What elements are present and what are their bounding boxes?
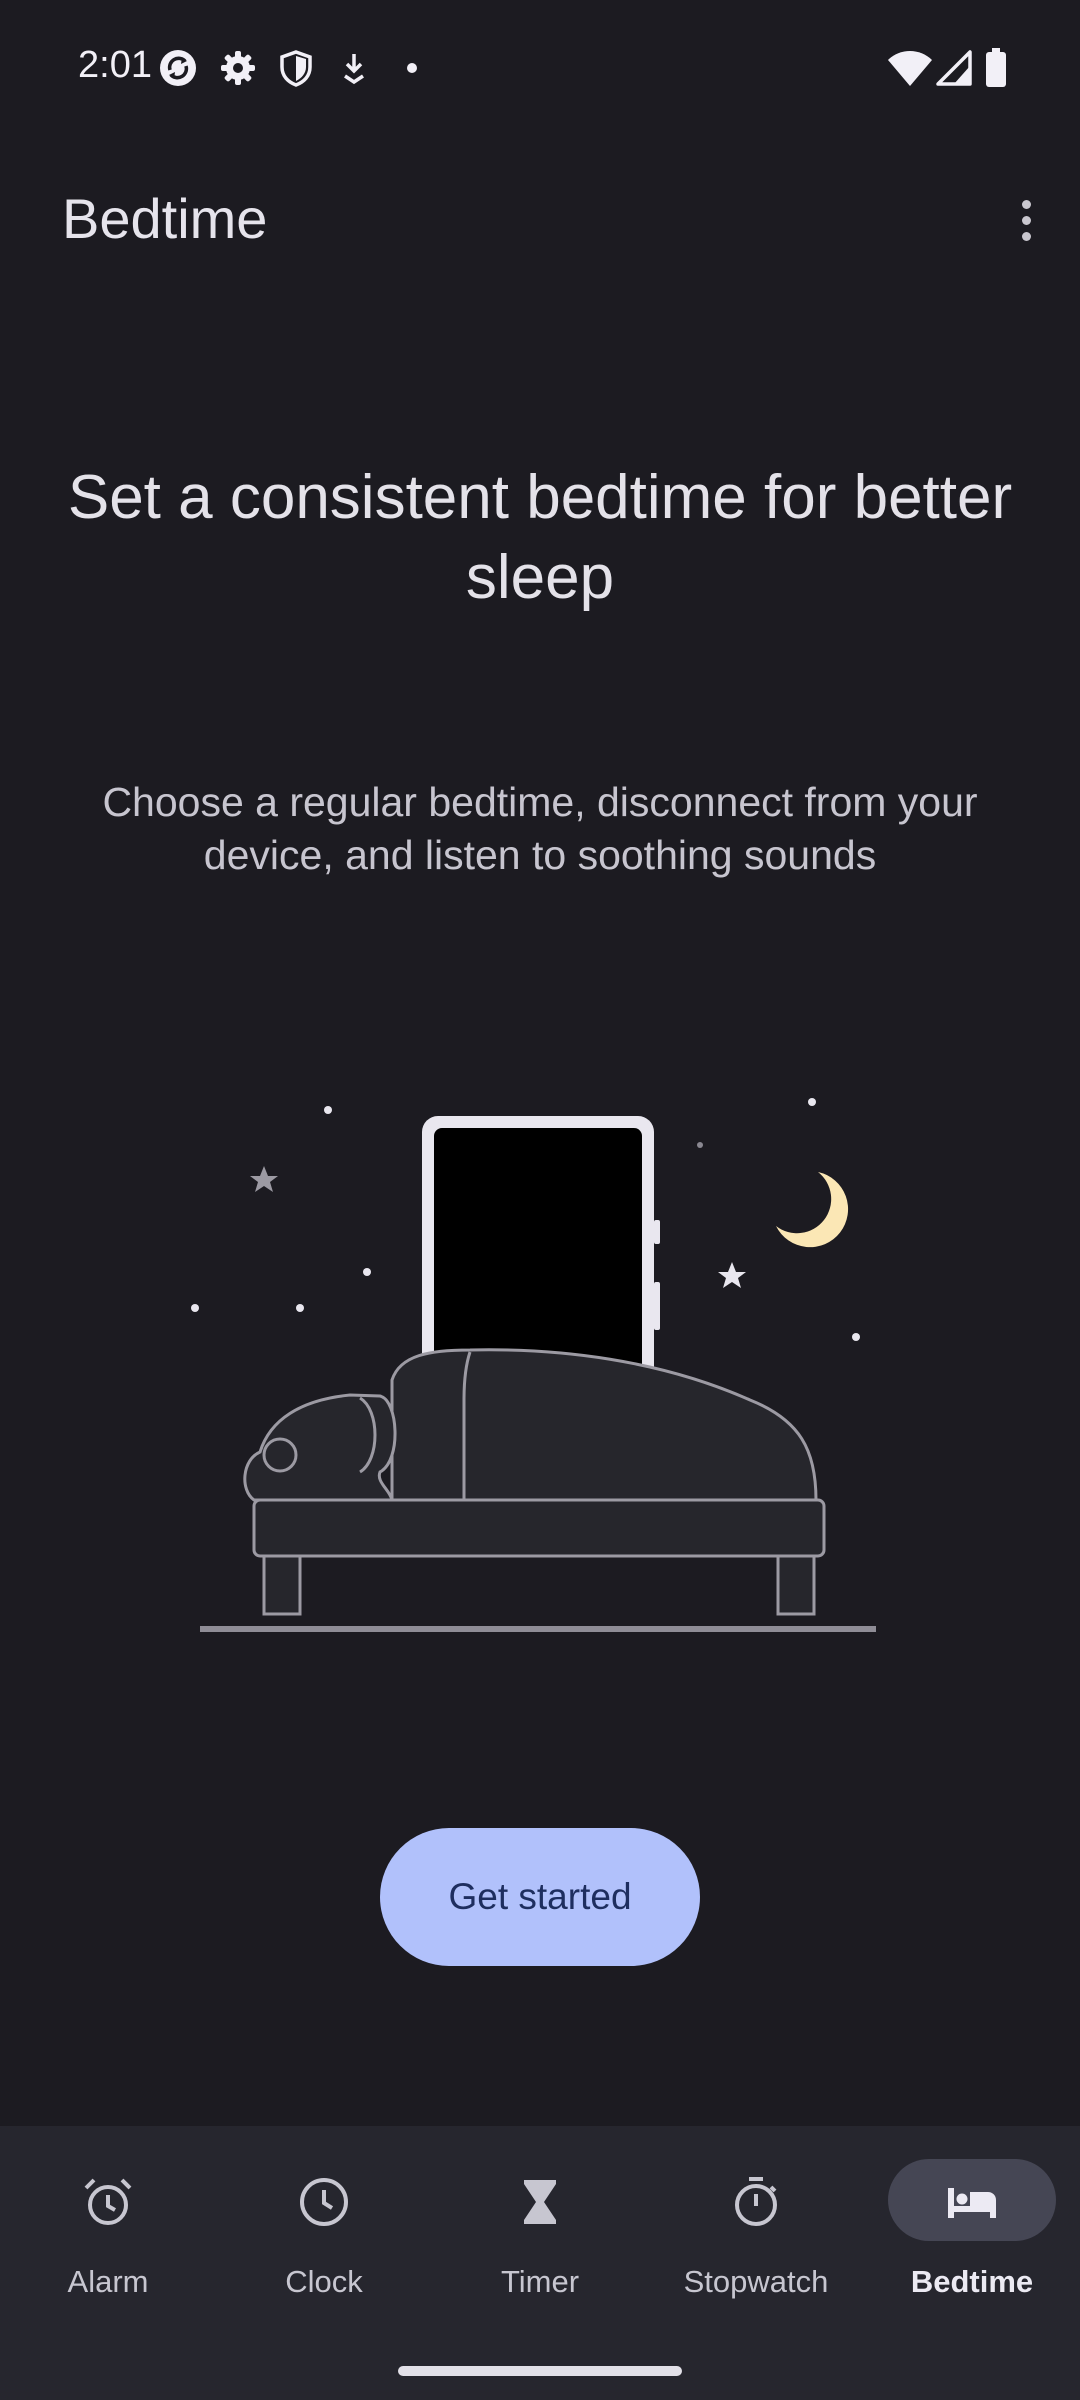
gesture-navigation-bar[interactable] <box>398 2366 682 2376</box>
get-started-button[interactable]: Get started <box>380 1828 700 1966</box>
nav-item-stopwatch[interactable]: Stopwatch <box>648 2126 864 2326</box>
nav-label: Bedtime <box>910 2264 1034 2299</box>
nav-label: Alarm <box>67 2264 149 2299</box>
wifi-icon <box>888 51 932 86</box>
more-vertical-icon-dot <box>1021 215 1031 225</box>
dot-icon <box>407 63 417 73</box>
cellular-signal-icon <box>936 50 972 86</box>
description-text: Choose a regular bedtime, disconnect fro… <box>102 779 978 878</box>
headline: Set a consistent bedtime for better slee… <box>67 463 1013 612</box>
more-options-button[interactable] <box>996 190 1056 250</box>
nav-label: Stopwatch <box>683 2264 829 2299</box>
sync-icon <box>160 50 196 86</box>
nav-label: Clock <box>285 2264 363 2299</box>
status-bar: 2:01 <box>0 0 1080 136</box>
status-time: 2:01 <box>78 44 152 86</box>
page-title: Bedtime <box>62 187 268 250</box>
hourglass-icon <box>524 2180 556 2224</box>
nav-item-clock[interactable]: Clock <box>216 2126 432 2326</box>
nav-item-timer[interactable]: Timer <box>432 2126 648 2326</box>
nav-label: Timer <box>500 2264 580 2299</box>
battery-icon <box>986 48 1006 87</box>
clock-icon <box>300 2178 348 2226</box>
more-vertical-icon <box>1021 199 1031 209</box>
sleeping-person-with-phone-illustration <box>191 1098 876 1632</box>
bed-icon <box>948 2188 996 2218</box>
nav-item-bedtime[interactable]: Bedtime <box>864 2126 1080 2326</box>
shield-icon <box>280 50 312 87</box>
more-vertical-icon-dot <box>1021 231 1031 241</box>
alarm-clock-icon <box>84 2178 132 2225</box>
nav-item-alarm[interactable]: Alarm <box>0 2126 216 2326</box>
stopwatch-icon <box>735 2177 777 2226</box>
download-icon <box>344 54 364 85</box>
bottom-navigation: Alarm Clock Timer Stopwatch Bedtime <box>0 2126 1080 2400</box>
settings-icon <box>221 51 255 85</box>
